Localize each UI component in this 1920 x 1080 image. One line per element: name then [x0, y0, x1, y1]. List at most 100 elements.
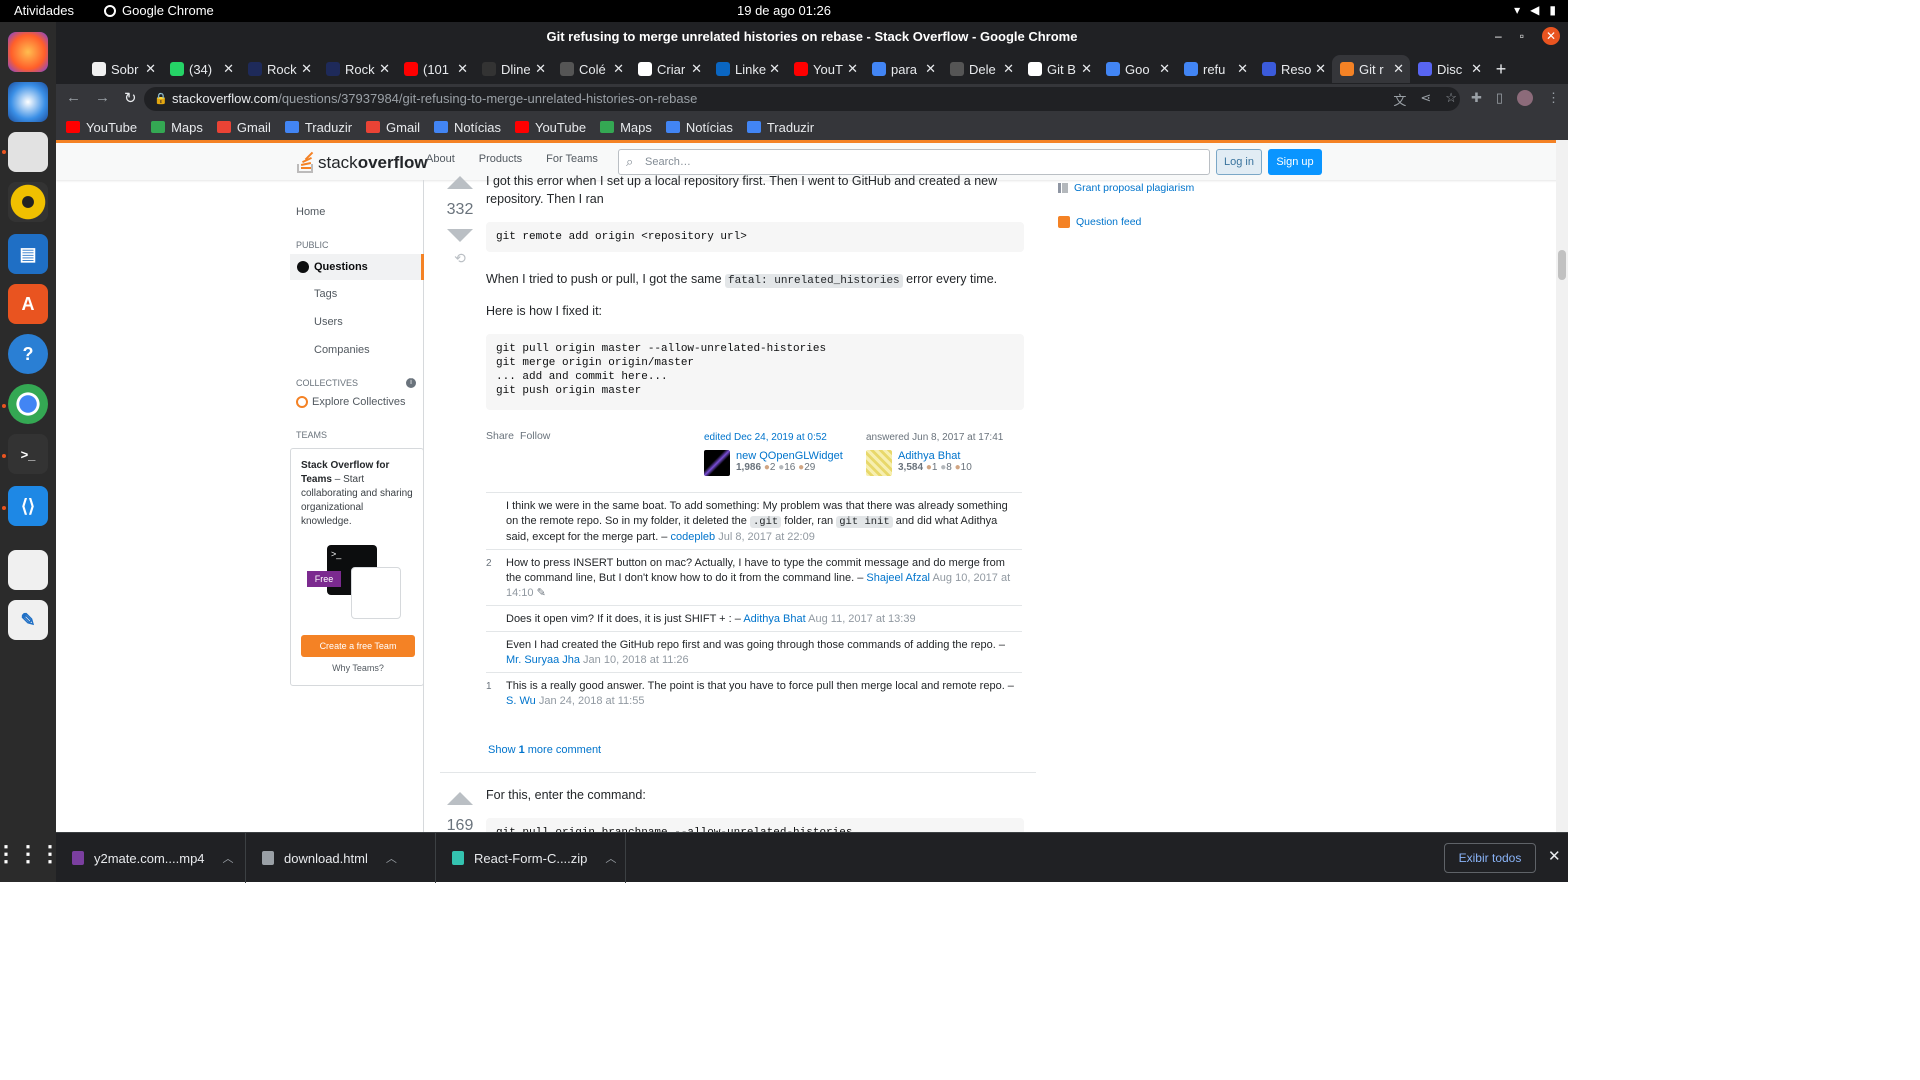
- browser-tab[interactable]: Rock ✕: [240, 55, 318, 83]
- grant-link[interactable]: Grant proposal plagiarism: [1058, 182, 1194, 194]
- terminal-icon[interactable]: >_: [8, 434, 48, 474]
- comment-user[interactable]: Adithya Bhat: [743, 613, 805, 625]
- bookmark-item[interactable]: Gmail: [216, 120, 271, 135]
- browser-tab[interactable]: YouT ✕: [786, 55, 864, 83]
- maximize-button[interactable]: ▫: [1520, 29, 1524, 43]
- author-name[interactable]: Adithya Bhat: [898, 450, 972, 462]
- menu-icon[interactable]: ⋮: [1547, 90, 1560, 109]
- tab-close-icon[interactable]: ✕: [379, 61, 390, 77]
- browser-tab[interactable]: Dline ✕: [474, 55, 552, 83]
- browser-tab[interactable]: Linke ✕: [708, 55, 786, 83]
- site-info-icon[interactable]: 🔒: [154, 87, 168, 111]
- history-icon[interactable]: ⟲: [442, 250, 478, 267]
- tab-close-icon[interactable]: ✕: [223, 61, 234, 77]
- upvote-icon[interactable]: [447, 176, 473, 189]
- tab-close-icon[interactable]: ✕: [1159, 61, 1170, 77]
- browser-tab[interactable]: refu ✕: [1176, 55, 1254, 83]
- system-tray[interactable]: ▾ ◀ ▮: [1514, 3, 1556, 17]
- tab-close-icon[interactable]: ✕: [613, 61, 624, 77]
- chrome-icon[interactable]: [8, 384, 48, 424]
- browser-tab[interactable]: Colé ✕: [552, 55, 630, 83]
- text-editor-icon[interactable]: ✎: [8, 600, 48, 640]
- tab-close-icon[interactable]: ✕: [691, 61, 702, 77]
- close-window-button[interactable]: ✕: [1542, 27, 1560, 45]
- login-button[interactable]: Log in: [1216, 149, 1262, 175]
- downvote-icon[interactable]: [447, 229, 473, 242]
- translate-icon[interactable]: 文: [1393, 90, 1406, 109]
- editor-name[interactable]: new QOpenGLWidget: [736, 450, 843, 462]
- extensions-icon[interactable]: ✚: [1471, 90, 1482, 109]
- nav-home[interactable]: Home: [296, 206, 325, 218]
- download-item[interactable]: y2mate.com....mp4 ︿: [56, 833, 246, 883]
- tab-close-icon[interactable]: ✕: [301, 61, 312, 77]
- show-more-comments-link[interactable]: Show 1 more comment: [488, 744, 601, 756]
- browser-tab[interactable]: Git B ✕: [1020, 55, 1098, 83]
- comment-user[interactable]: S. Wu: [506, 695, 536, 707]
- pencil-icon[interactable]: ✎: [537, 587, 546, 599]
- tab-close-icon[interactable]: ✕: [1003, 61, 1014, 77]
- tab-close-icon[interactable]: ✕: [925, 61, 936, 77]
- bookmark-item[interactable]: YouTube: [66, 120, 137, 135]
- show-all-downloads-button[interactable]: Exibir todos: [1444, 843, 1536, 873]
- upvote-icon[interactable]: [447, 792, 473, 805]
- bookmark-item[interactable]: Traduzir: [284, 120, 352, 135]
- profile-avatar[interactable]: [1517, 90, 1533, 106]
- clock[interactable]: 19 de ago 01:26: [0, 3, 1568, 18]
- browser-tab[interactable]: Dele ✕: [942, 55, 1020, 83]
- download-item[interactable]: download.html ︿: [246, 833, 436, 883]
- back-icon[interactable]: ←: [66, 89, 81, 107]
- comment-date[interactable]: Jan 24, 2018 at 11:55: [539, 695, 645, 707]
- tab-close-icon[interactable]: ✕: [769, 61, 780, 77]
- browser-tab[interactable]: Disc ✕: [1410, 55, 1488, 83]
- bookmark-item[interactable]: Maps: [600, 120, 652, 135]
- chevron-up-icon[interactable]: ︿: [605, 850, 616, 866]
- vscode-icon[interactable]: ⟨⟩: [8, 486, 48, 526]
- why-teams-link[interactable]: Why Teams?: [291, 663, 425, 673]
- comment-date[interactable]: Jul 8, 2017 at 22:09: [718, 531, 815, 543]
- chevron-up-icon[interactable]: ︿: [386, 850, 397, 866]
- follow-link[interactable]: Follow: [520, 430, 550, 442]
- comment-user[interactable]: codepleb: [670, 531, 715, 543]
- activities-button[interactable]: Atividades: [14, 3, 74, 18]
- comment-date[interactable]: Aug 11, 2017 at 13:39: [808, 613, 915, 625]
- chevron-up-icon[interactable]: ︿: [223, 850, 234, 866]
- nav-users[interactable]: Users: [314, 316, 343, 328]
- browser-tab[interactable]: Reso ✕: [1254, 55, 1332, 83]
- tab-close-icon[interactable]: ✕: [145, 61, 156, 77]
- tab-close-icon[interactable]: ✕: [847, 61, 858, 77]
- browser-tab[interactable]: Goo ✕: [1098, 55, 1176, 83]
- bookmark-item[interactable]: Traduzir: [746, 120, 814, 135]
- browser-tab[interactable]: Sobr ✕: [84, 55, 162, 83]
- help-icon[interactable]: ?: [8, 334, 48, 374]
- page-scrollbar[interactable]: [1556, 140, 1568, 832]
- close-shelf-icon[interactable]: ✕: [1548, 847, 1561, 865]
- thunderbird-icon[interactable]: [8, 82, 48, 122]
- download-item[interactable]: React-Form-C....zip ︿: [436, 833, 626, 883]
- comment-user[interactable]: Shajeel Afzal: [866, 572, 930, 584]
- browser-tab[interactable]: Rock ✕: [318, 55, 396, 83]
- browser-tab[interactable]: Criar ✕: [630, 55, 708, 83]
- scrollbar-thumb[interactable]: [1558, 250, 1566, 280]
- nav-companies[interactable]: Companies: [314, 344, 370, 356]
- nav-questions[interactable]: Questions: [290, 254, 424, 280]
- bookmark-item[interactable]: Gmail: [366, 120, 420, 135]
- app-menu[interactable]: Google Chrome: [104, 3, 214, 18]
- forward-icon[interactable]: →: [95, 89, 110, 107]
- browser-tab[interactable]: para ✕: [864, 55, 942, 83]
- bookmark-item[interactable]: Maps: [151, 120, 203, 135]
- editor-avatar[interactable]: [704, 450, 730, 476]
- create-team-button[interactable]: Create a free Team: [301, 635, 415, 657]
- header-nav-item[interactable]: About: [426, 153, 455, 165]
- tab-close-icon[interactable]: ✕: [457, 61, 468, 77]
- address-bar[interactable]: 🔒 stackoverflow.com/questions/37937984/g…: [144, 87, 1460, 111]
- bookmark-item[interactable]: YouTube: [514, 120, 586, 135]
- share-icon[interactable]: ⋖: [1420, 90, 1431, 109]
- browser-tab[interactable]: (34) ✕: [162, 55, 240, 83]
- software-icon[interactable]: A: [8, 284, 48, 324]
- edited-link[interactable]: edited Dec 24, 2019 at 0:52: [704, 432, 827, 443]
- app-grid-icon[interactable]: ⋮⋮⋮: [0, 834, 61, 874]
- comment-user[interactable]: Mr. Suryaa Jha: [506, 654, 580, 666]
- tab-close-icon[interactable]: ✕: [1393, 61, 1404, 77]
- tab-close-icon[interactable]: ✕: [535, 61, 546, 77]
- browser-tab[interactable]: (101 ✕: [396, 55, 474, 83]
